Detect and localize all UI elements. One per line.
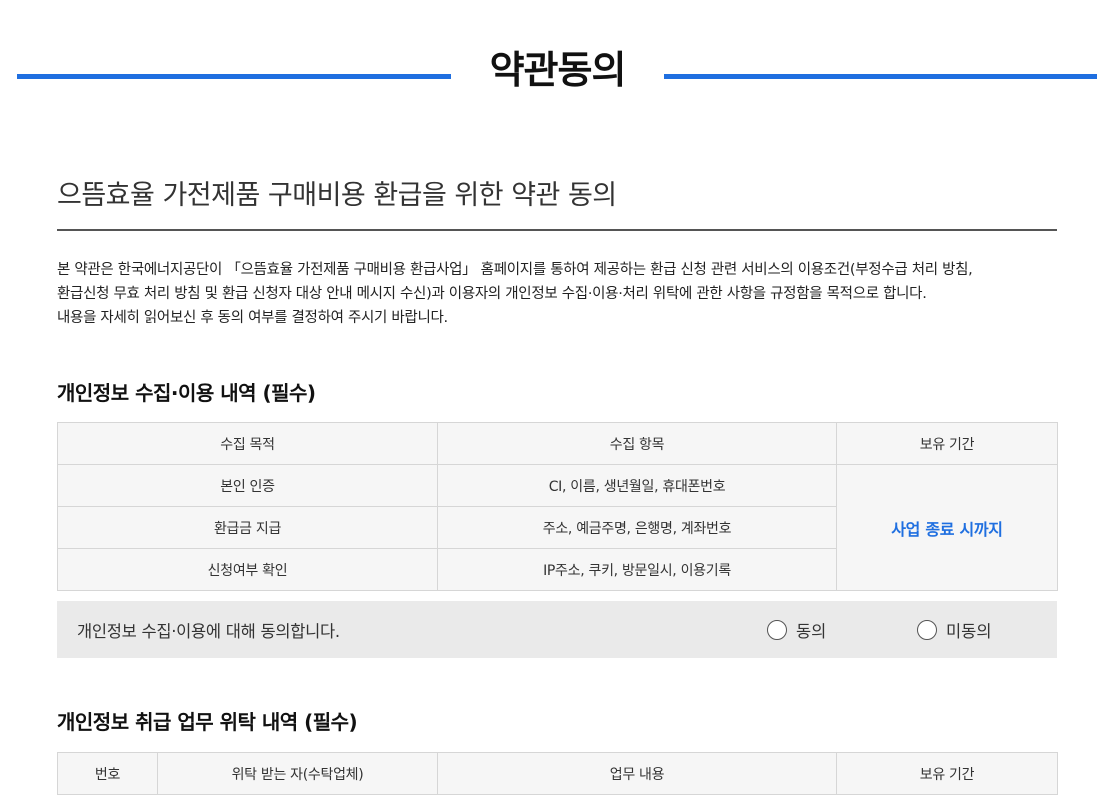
purpose-cell: 환급금 지급	[57, 506, 438, 549]
radio-circle-icon[interactable]	[917, 620, 937, 640]
consent-box: 개인정보 수집·이용에 대해 동의합니다. 동의 미동의	[57, 601, 1057, 658]
page-title: 약관동의	[489, 48, 627, 92]
purpose-cell: 본인 인증	[57, 464, 438, 507]
intro-line: 본 약관은 한국에너지공단이 「으뜸효율 가전제품 구매비용 환급사업」 홈페이…	[57, 262, 973, 278]
items-cell: 주소, 예금주명, 은행명, 계좌번호	[437, 506, 837, 549]
table-header-row: 번호 위탁 받는 자(수탁업체) 업무 내용 보유 기간	[57, 752, 1058, 795]
section-title-outsourcing: 개인정보 취급 업무 위탁 내역 (필수)	[57, 710, 358, 734]
retention-cell: 사업 종료 시까지	[836, 464, 1058, 591]
header-rule-left	[17, 74, 451, 79]
column-header: 위탁 받는 자(수탁업체)	[157, 752, 438, 795]
table-row: 본인 인증 CI, 이름, 생년월일, 휴대폰번호 사업 종료 시까지	[57, 464, 1058, 591]
radio-circle-icon[interactable]	[767, 620, 787, 640]
column-header: 수집 항목	[437, 422, 837, 465]
terms-subtitle: 으뜸효율 가전제품 구매비용 환급을 위한 약관 동의	[57, 180, 617, 211]
consent-label: 개인정보 수집·이용에 대해 동의합니다.	[77, 622, 340, 641]
disagree-radio[interactable]: 미동의	[917, 618, 992, 642]
outsourcing-table: 번호 위탁 받는 자(수탁업체) 업무 내용 보유 기간	[57, 752, 1058, 795]
column-header: 보유 기간	[836, 752, 1058, 795]
intro-line: 환급신청 무효 처리 방침 및 환급 신청자 대상 안내 메시지 수신)과 이용…	[57, 286, 927, 302]
items-cell: IP주소, 쿠키, 방문일시, 이용기록	[437, 548, 837, 591]
section-title-collection: 개인정보 수집·이용 내역 (필수)	[57, 381, 316, 405]
disagree-label: 미동의	[946, 622, 992, 641]
column-header: 업무 내용	[437, 752, 837, 795]
agree-radio[interactable]: 동의	[767, 618, 826, 642]
column-header: 번호	[57, 752, 158, 795]
purpose-cell: 신청여부 확인	[57, 548, 438, 591]
items-cell: CI, 이름, 생년월일, 휴대폰번호	[437, 464, 837, 507]
intro-line: 내용을 자세히 읽어보신 후 동의 여부를 결정하여 주시기 바랍니다.	[57, 310, 448, 326]
intro-text: 본 약관은 한국에너지공단이 「으뜸효율 가전제품 구매비용 환급사업」 홈페이…	[57, 258, 1067, 330]
table-header-row: 수집 목적 수집 항목 보유 기간	[57, 422, 1058, 465]
column-header: 보유 기간	[836, 422, 1058, 465]
subtitle-divider	[57, 229, 1057, 231]
header-rule-right	[664, 74, 1097, 79]
agree-label: 동의	[796, 622, 827, 641]
column-header: 수집 목적	[57, 422, 438, 465]
collection-table: 수집 목적 수집 항목 보유 기간 본인 인증 CI, 이름, 생년월일, 휴대…	[57, 422, 1058, 591]
